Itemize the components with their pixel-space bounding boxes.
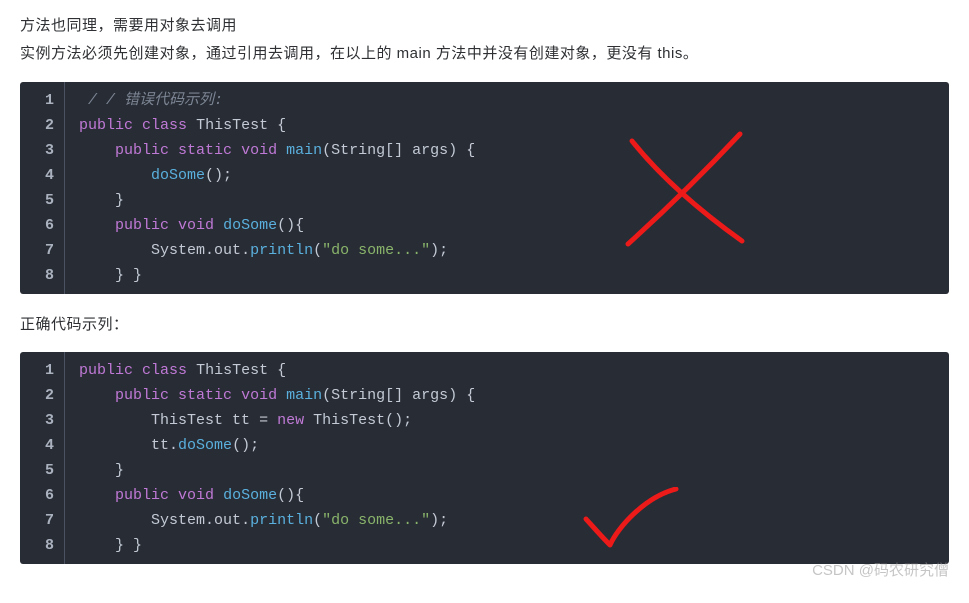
code-line: } } <box>65 533 949 558</box>
code-line: public static void main(String[] args) { <box>65 138 949 163</box>
code-line: System.out.println("do some..."); <box>65 508 949 533</box>
correct-label: 正确代码示列： <box>20 312 949 338</box>
code-line: public class ThisTest { <box>65 358 949 383</box>
code-line: public class ThisTest { <box>65 113 949 138</box>
line-gutter: 1 2 3 4 5 6 7 8 <box>20 82 64 294</box>
code-body: public class ThisTest { public static vo… <box>64 352 949 564</box>
intro-line-2: 实例方法必须先创建对象，通过引用去调用，在以上的 main 方法中并没有创建对象… <box>20 41 949 67</box>
code-line: } <box>65 188 949 213</box>
intro-line-1: 方法也同理，需要用对象去调用 <box>20 13 949 39</box>
code-body: / / 错误代码示列: public class ThisTest { publ… <box>64 82 949 294</box>
code-line: tt.doSome(); <box>65 433 949 458</box>
code-line: doSome(); <box>65 163 949 188</box>
code-line: } } <box>65 263 949 288</box>
code-line: System.out.println("do some..."); <box>65 238 949 263</box>
code-line: ThisTest tt = new ThisTest(); <box>65 408 949 433</box>
code-line: public void doSome(){ <box>65 483 949 508</box>
code-line: public static void main(String[] args) { <box>65 383 949 408</box>
code-line: / / 错误代码示列: <box>65 88 949 113</box>
line-gutter: 1 2 3 4 5 6 7 8 <box>20 352 64 564</box>
code-block-correct: 1 2 3 4 5 6 7 8 public class ThisTest { … <box>20 352 949 564</box>
code-line: } <box>65 458 949 483</box>
code-block-wrong: 1 2 3 4 5 6 7 8 / / 错误代码示列: public class… <box>20 82 949 294</box>
code-line: public void doSome(){ <box>65 213 949 238</box>
